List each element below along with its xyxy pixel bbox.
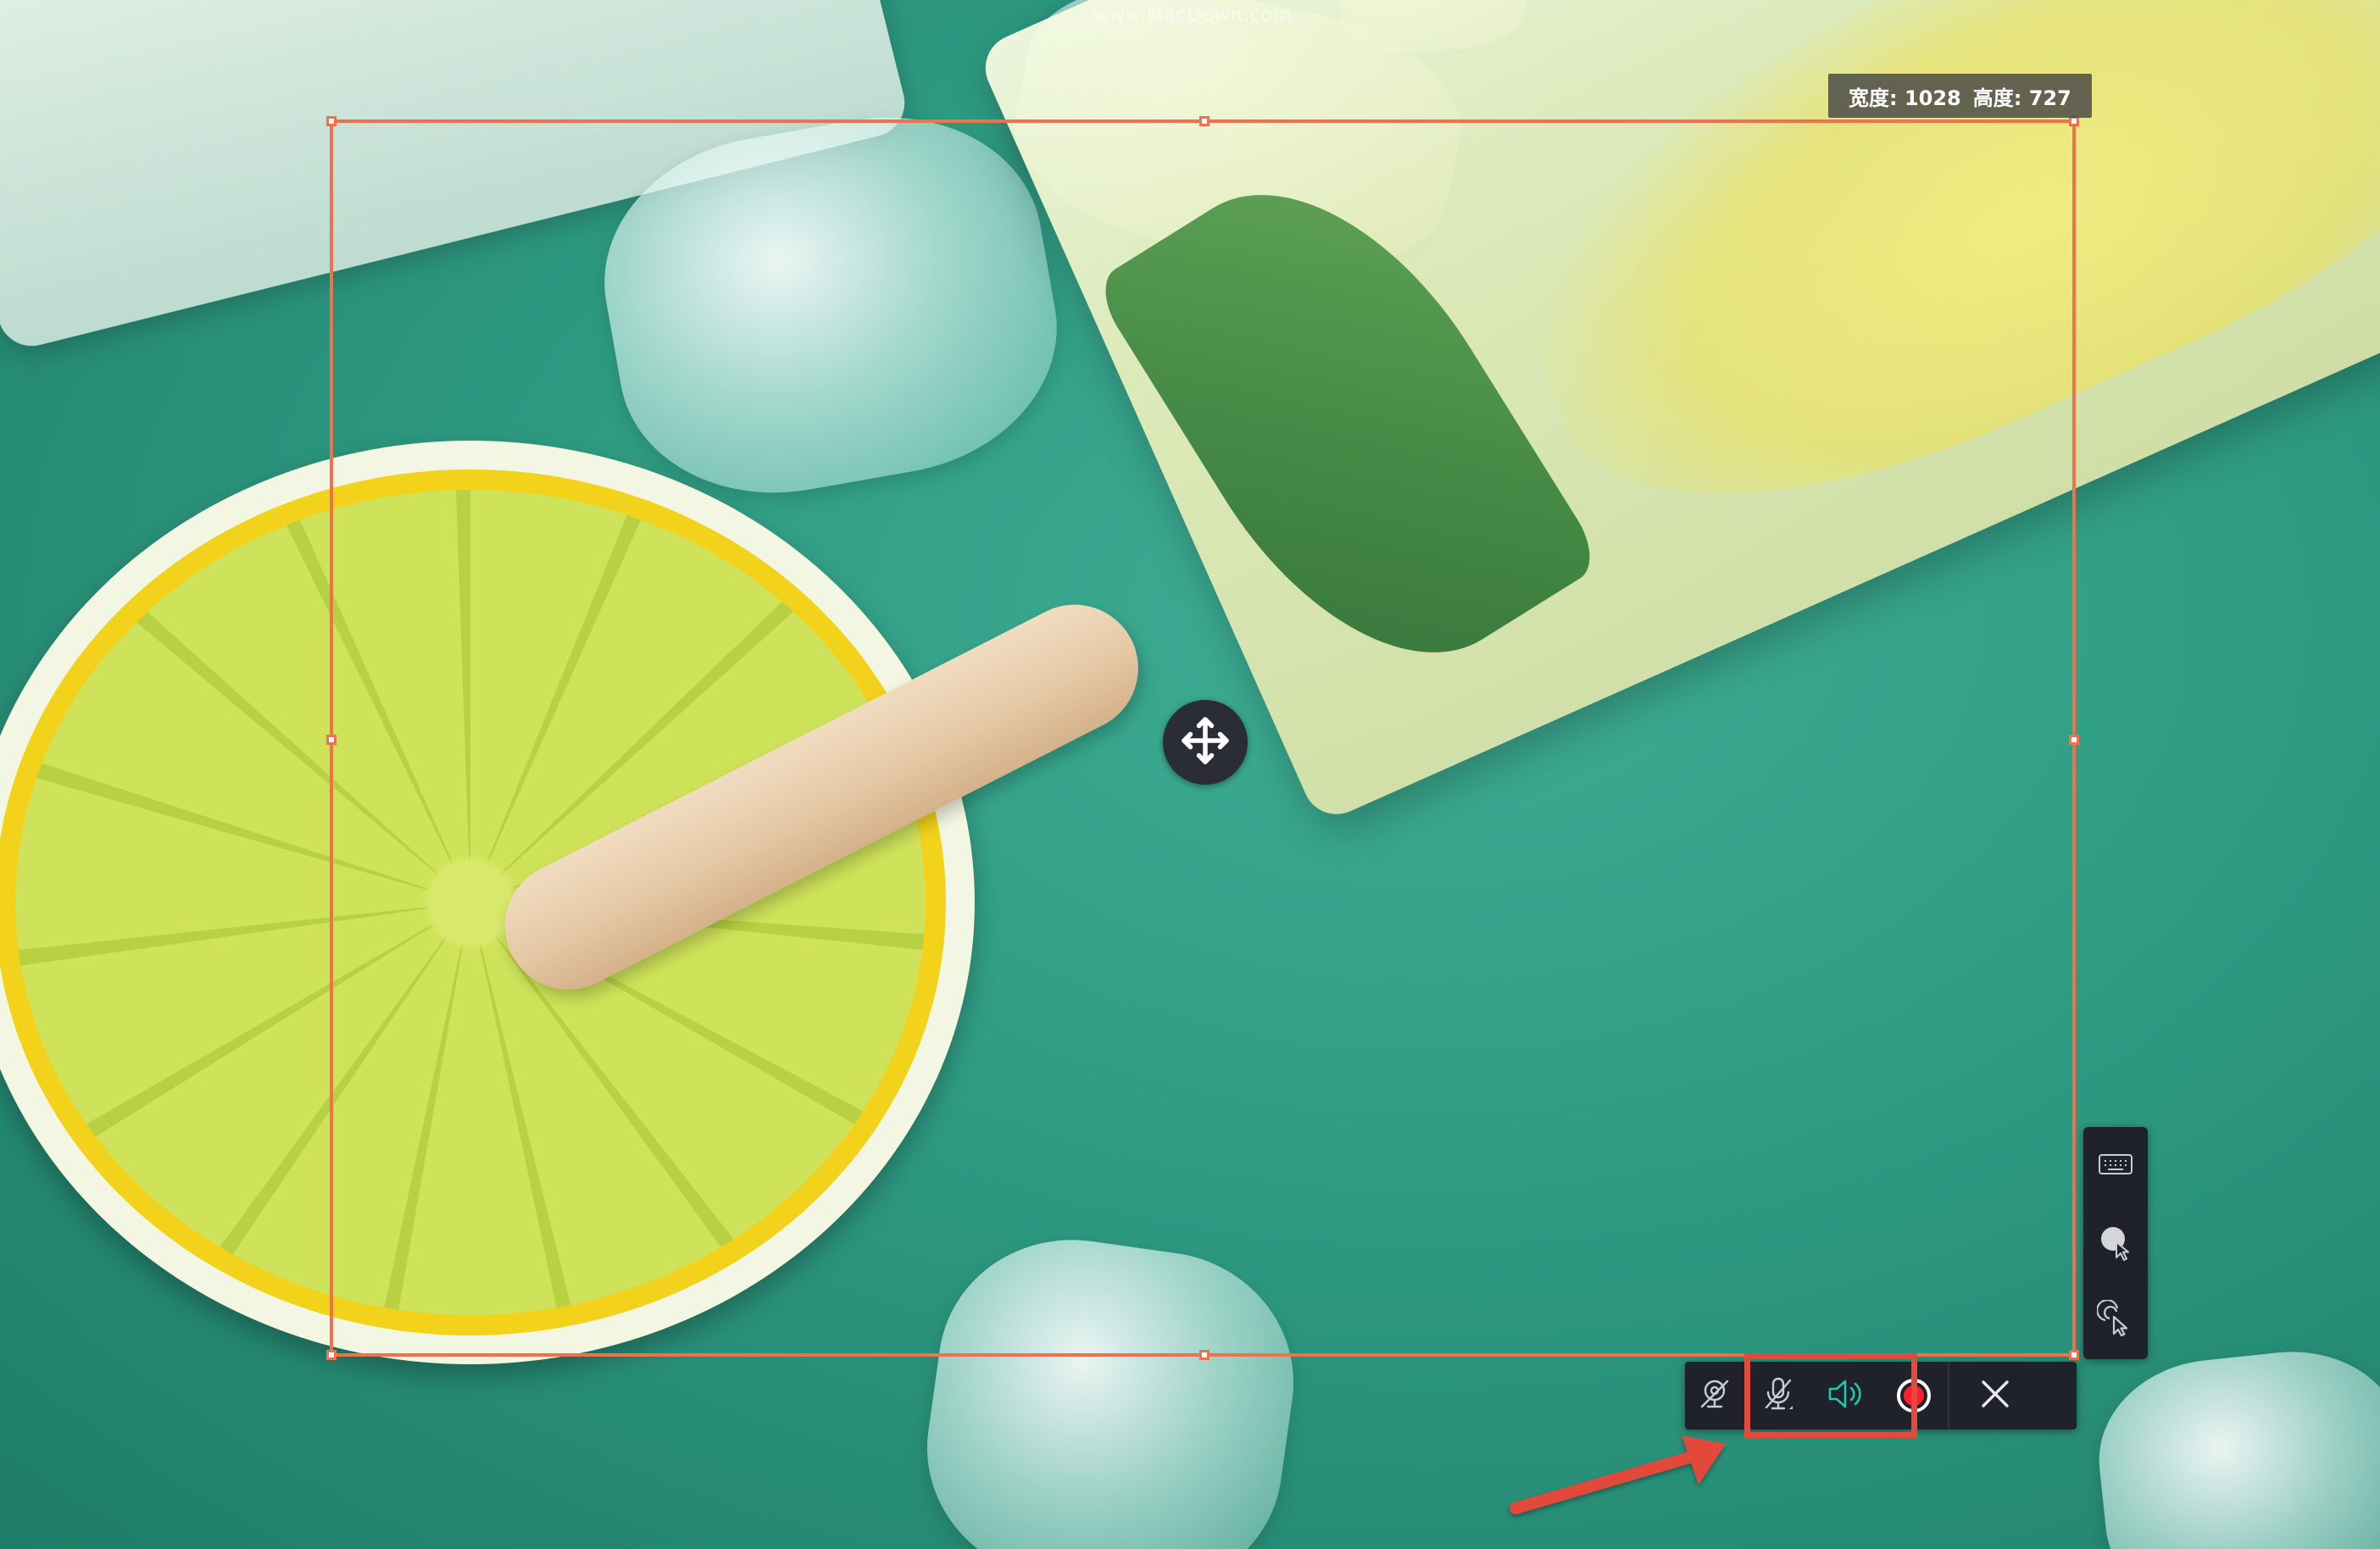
close-icon [1978,1377,2012,1414]
screen-recorder-canvas: www.MacDown.com 宽度: 1028 高度: 727 [0,0,2380,1549]
resize-handle-left[interactable] [326,735,336,745]
keyboard-icon [2098,1152,2133,1180]
microphone-toggle-button[interactable] [1744,1362,1812,1430]
click-visualization-button[interactable] [2090,1295,2141,1346]
recording-toolbar [1685,1362,2077,1430]
webcam-toggle-button[interactable] [1685,1362,1744,1430]
side-options-panel [2083,1127,2148,1359]
annotation-arrow-icon [1510,1435,1726,1514]
start-recording-button[interactable] [1880,1362,1948,1430]
resize-handle-bottom[interactable] [1199,1350,1209,1360]
resize-handle-right[interactable] [2069,735,2079,745]
system-sound-toggle-button[interactable] [1812,1362,1880,1430]
microphone-off-icon [1760,1375,1796,1416]
resize-handle-top-left[interactable] [326,116,336,126]
cursor-highlight-icon [2096,1222,2135,1264]
selection-height-label: 高度: 727 [1972,86,2071,110]
watermark: www.MacDown.com [1093,5,1293,26]
background-ice-cube [1336,0,1529,58]
resize-handle-top[interactable] [1199,116,1209,126]
watermark-text: www.MacDown.com [1093,5,1293,26]
close-recorder-button[interactable] [1948,1362,2041,1430]
keystroke-display-button[interactable] [2090,1141,2141,1191]
cursor-highlight-button[interactable] [2090,1218,2141,1269]
move-selection-button[interactable] [1163,700,1248,785]
record-icon [1897,1379,1931,1413]
selection-size-label: 宽度: 1028 高度: 727 [1828,74,2092,118]
background-ice-cube [2089,1341,2380,1549]
resize-handle-bottom-left[interactable] [326,1350,336,1360]
system-sound-icon [1827,1377,1866,1414]
webcam-off-icon [1697,1376,1732,1415]
move-arrows-icon [1180,715,1231,769]
click-cursor-icon [2096,1299,2134,1341]
selection-width-label: 宽度: 1028 [1849,86,1961,110]
resize-handle-bottom-right[interactable] [2069,1350,2079,1360]
